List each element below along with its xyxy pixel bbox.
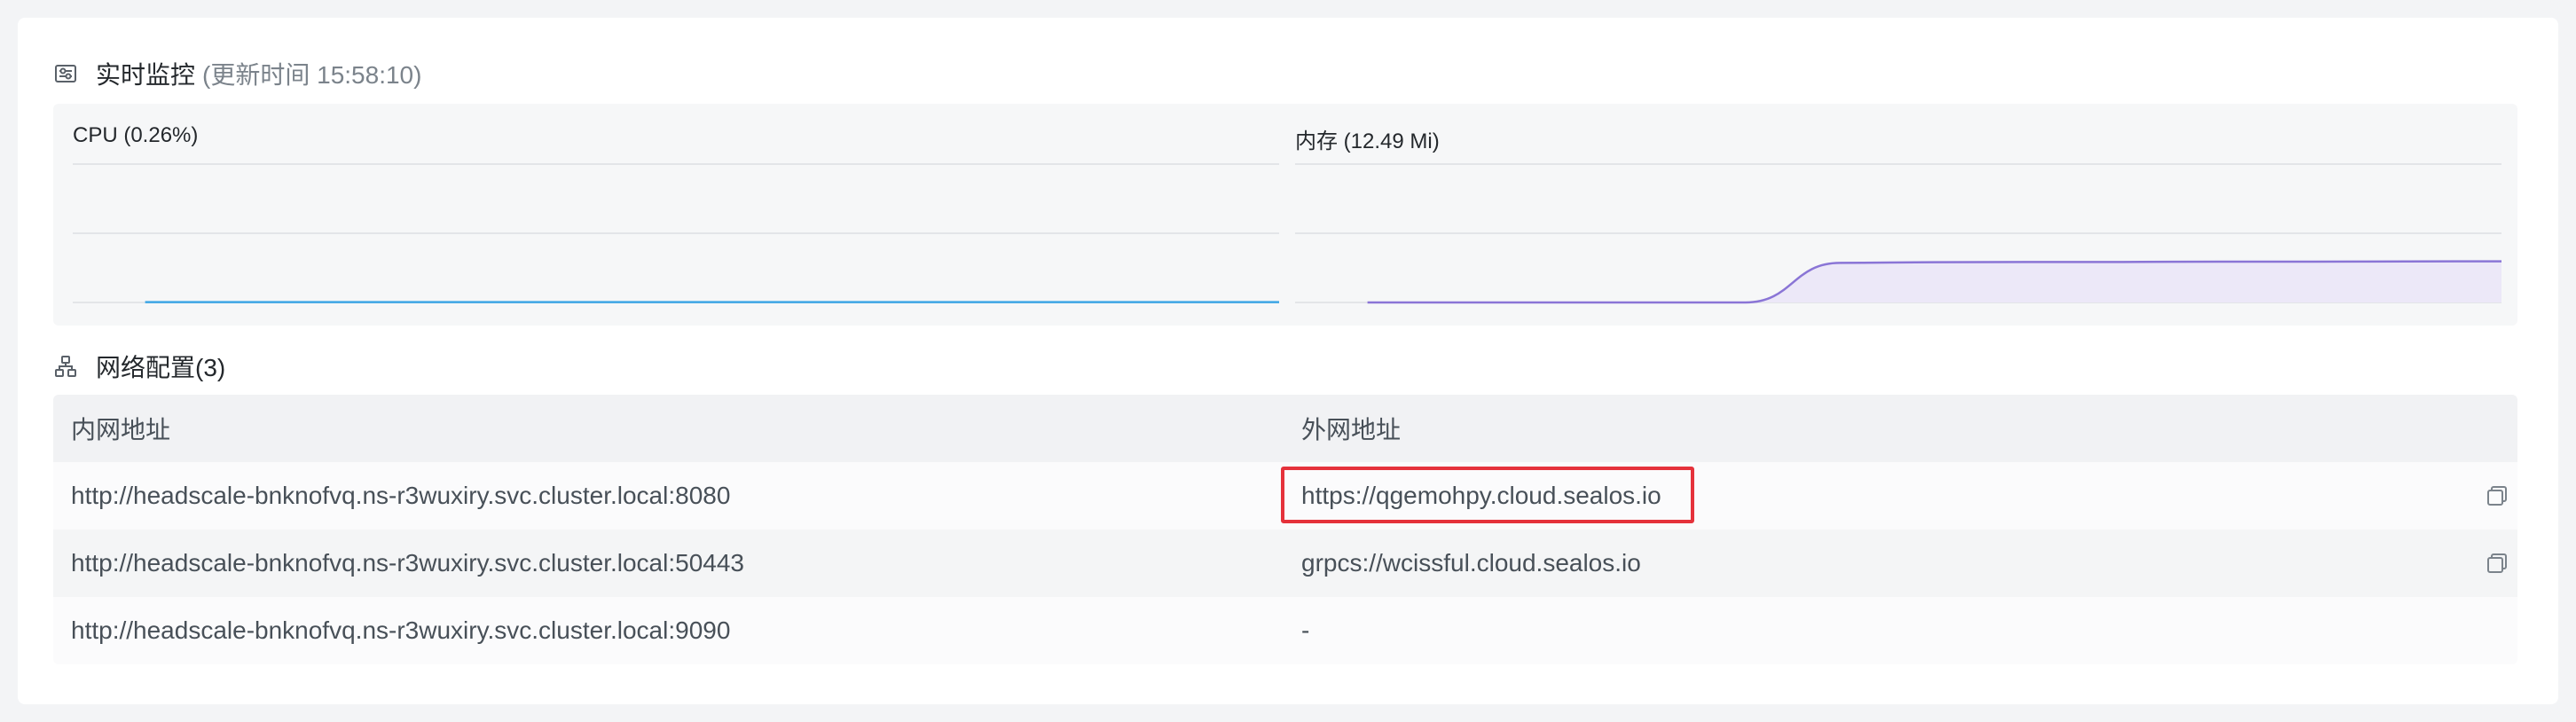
- series-area: [1367, 261, 2501, 302]
- monitor-charts-area: CPU (0.26%) 内存 (12.49 Mi): [53, 104, 2517, 326]
- external-address-header: 外网地址: [1301, 416, 1402, 443]
- table-row: http://headscale-bnknofvq.ns-r3wuxiry.sv…: [53, 462, 2517, 530]
- memory-chart: [1295, 163, 2501, 304]
- cpu-chart-label: CPU (0.26%): [73, 123, 199, 147]
- monitor-settings-icon: [53, 61, 78, 86]
- external-address-link[interactable]: grpcs://wcissful.cloud.sealos.io: [1301, 549, 1641, 577]
- monitor-title: 实时监控: [96, 61, 196, 89]
- network-table: 内网地址 外网地址 http://headscale-bnknofvq.ns-r…: [53, 395, 2517, 664]
- internal-address[interactable]: http://headscale-bnknofvq.ns-r3wuxiry.sv…: [71, 549, 744, 577]
- network-icon: [53, 354, 78, 379]
- internal-address[interactable]: http://headscale-bnknofvq.ns-r3wuxiry.sv…: [71, 616, 730, 645]
- memory-chart-panel: 内存 (12.49 Mi): [1295, 104, 2501, 326]
- external-address-link[interactable]: https://qgemohpy.cloud.sealos.io: [1301, 482, 1661, 510]
- copy-icon[interactable]: [2484, 483, 2510, 509]
- cpu-chart-panel: CPU (0.26%): [73, 104, 1279, 326]
- monitor-section-header: 实时监控 (更新时间 15:58:10): [53, 56, 421, 91]
- table-row: http://headscale-bnknofvq.ns-r3wuxiry.sv…: [53, 530, 2517, 597]
- network-title: 网络配置(3): [96, 354, 226, 381]
- network-table-header: 内网地址 外网地址: [53, 395, 2517, 462]
- cpu-chart: [73, 163, 1279, 303]
- network-section-header: 网络配置(3): [53, 349, 225, 384]
- app-detail-card: 实时监控 (更新时间 15:58:10) CPU (0.26%) 内存 (12.…: [18, 18, 2558, 704]
- external-address-empty: -: [1301, 616, 1310, 644]
- table-row: http://headscale-bnknofvq.ns-r3wuxiry.sv…: [53, 597, 2517, 664]
- internal-address-header: 内网地址: [71, 416, 171, 443]
- internal-address[interactable]: http://headscale-bnknofvq.ns-r3wuxiry.sv…: [71, 482, 730, 510]
- copy-icon[interactable]: [2484, 550, 2510, 577]
- memory-chart-label: 内存 (12.49 Mi): [1295, 129, 1440, 153]
- monitor-update-time: (更新时间 15:58:10): [202, 61, 422, 89]
